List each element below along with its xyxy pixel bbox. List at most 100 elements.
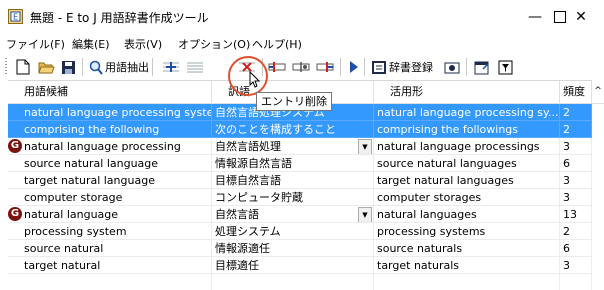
- new-file-button[interactable]: [16, 57, 30, 77]
- cell-frequency[interactable]: 3: [560, 172, 592, 189]
- cell-term-text: comprising the following: [24, 123, 160, 136]
- menu-help[interactable]: ヘルプ(H): [252, 36, 302, 52]
- cell-term[interactable]: target natural: [8, 257, 212, 274]
- table-row[interactable]: natural language processing G 自然言語処理 ▼ natur…: [8, 138, 604, 155]
- cell-translation[interactable]: 情報源適任: [212, 240, 374, 257]
- cell-term[interactable]: processing system: [8, 223, 212, 240]
- cell-frequency[interactable]: 2: [560, 121, 592, 138]
- cell-term[interactable]: computer storage: [8, 189, 212, 206]
- cell-frequency[interactable]: 2: [560, 223, 592, 240]
- save-button[interactable]: [61, 57, 76, 77]
- table-row[interactable]: processing system 処理システム processing system…: [8, 223, 604, 240]
- column-header-inflection[interactable]: 活用形: [374, 81, 560, 103]
- menu-view[interactable]: 表示(V): [124, 36, 162, 52]
- scroll-up-arrow[interactable]: ^: [592, 80, 604, 102]
- split-left-button[interactable]: [268, 57, 286, 77]
- cell-inflection[interactable]: natural language processings: [374, 138, 560, 155]
- cell-inflection[interactable]: natural languages: [374, 206, 560, 223]
- cell-term-text: processing system: [24, 225, 127, 238]
- cell-translation[interactable]: コンピュータ貯蔵: [212, 189, 374, 206]
- menu-options[interactable]: オプション(O): [178, 36, 250, 52]
- split-right-button[interactable]: [316, 57, 334, 77]
- table-row[interactable]: target natural 目標適任 target naturals 3: [8, 257, 604, 274]
- cell-frequency[interactable]: 3: [560, 257, 592, 274]
- cell-translation[interactable]: 処理システム: [212, 223, 374, 240]
- filter-button[interactable]: [498, 57, 513, 77]
- menu-file[interactable]: ファイル(F): [6, 36, 65, 52]
- extract-terms-button[interactable]: 用語抽出: [89, 57, 149, 77]
- cell-term[interactable]: comprising the following: [8, 121, 212, 138]
- menu-bar: ファイル(F) 編集(E) 表示(V) オプション(O) ヘルプ(H): [0, 33, 604, 54]
- cell-term[interactable]: natural language G: [8, 206, 212, 223]
- properties-button[interactable]: [474, 57, 490, 77]
- menu-edit[interactable]: 編集(E): [72, 36, 110, 52]
- cell-frequency[interactable]: [560, 274, 592, 290]
- cell-translation[interactable]: 目標適任: [212, 257, 374, 274]
- play-button[interactable]: [349, 57, 359, 77]
- table-row[interactable]: comprising the following 次のことを構成すること compr…: [8, 121, 604, 138]
- cell-inflection[interactable]: target naturals: [374, 257, 560, 274]
- table-row[interactable]: computer storage コンピュータ貯蔵 computer storage…: [8, 189, 604, 206]
- table-row[interactable]: source natural language 情報源自然言語 source nat…: [8, 155, 604, 172]
- cell-translation[interactable]: 目標自然言語: [212, 172, 374, 189]
- cell-inflection[interactable]: comprising the followings: [374, 121, 560, 138]
- cell-term-text: computer storage: [24, 191, 123, 204]
- column-header-frequency[interactable]: 頻度: [560, 81, 592, 103]
- save-icon: [62, 60, 75, 74]
- dropdown-arrow-icon[interactable]: ▼: [358, 207, 372, 222]
- svg-text:E: E: [13, 13, 18, 22]
- table-row[interactable]: target natural language 目標自然言語 target natu…: [8, 172, 604, 189]
- add-entry-button[interactable]: [162, 57, 180, 77]
- toolbar-grip[interactable]: [5, 58, 7, 76]
- cell-frequency[interactable]: 6: [560, 240, 592, 257]
- dropdown-arrow-icon[interactable]: ▼: [358, 139, 372, 154]
- cell-frequency[interactable]: 3: [560, 189, 592, 206]
- cell-translation[interactable]: 自然言語 ▼: [212, 206, 374, 223]
- dictionary-settings-button[interactable]: [444, 57, 460, 77]
- cell-inflection[interactable]: target natural languages: [374, 172, 560, 189]
- cell-frequency[interactable]: 2: [560, 104, 592, 121]
- table-row[interactable]: source natural 情報源適任 source naturals 6: [8, 240, 604, 257]
- cell-translation-text: コンピュータ貯蔵: [215, 191, 303, 204]
- cell-inflection-text: source natural languages: [377, 157, 517, 170]
- cell-term[interactable]: [8, 274, 212, 290]
- toolbar-separator: [466, 58, 467, 76]
- cell-translation[interactable]: 自然言語処理 ▼: [212, 138, 374, 155]
- table-row[interactable]: [8, 274, 604, 290]
- table-row[interactable]: natural language G 自然言語 ▼ natural languages 1…: [8, 206, 604, 223]
- cell-inflection[interactable]: source naturals: [374, 240, 560, 257]
- toolbar-separator: [262, 58, 263, 76]
- toolbar-separator: [340, 58, 341, 76]
- cell-inflection-text: natural language processings: [377, 140, 540, 153]
- cell-term[interactable]: target natural language: [8, 172, 212, 189]
- column-header-term[interactable]: 用語候補: [8, 81, 212, 103]
- open-file-button[interactable]: [38, 57, 55, 77]
- register-dictionary-label: 辞書登録: [389, 61, 433, 74]
- cell-inflection[interactable]: computer storages: [374, 189, 560, 206]
- cell-inflection[interactable]: source natural languages: [374, 155, 560, 172]
- close-button[interactable]: ✕: [558, 0, 604, 33]
- split-icon: [292, 62, 310, 72]
- cell-frequency[interactable]: 13: [560, 206, 592, 223]
- cell-inflection-text: natural language processing sy...: [377, 106, 559, 119]
- cell-translation[interactable]: 情報源自然言語: [212, 155, 374, 172]
- cell-inflection-text: target natural languages: [377, 174, 514, 187]
- flag-icon: G: [8, 207, 22, 221]
- insert-entry-button[interactable]: [186, 57, 204, 77]
- cell-term[interactable]: source natural: [8, 240, 212, 257]
- cell-frequency[interactable]: 3: [560, 138, 592, 155]
- cell-translation[interactable]: 次のことを構成すること: [212, 121, 374, 138]
- cell-inflection-text: target naturals: [377, 259, 459, 272]
- cell-inflection[interactable]: processing systems: [374, 223, 560, 240]
- cell-term[interactable]: source natural language: [8, 155, 212, 172]
- cell-inflection[interactable]: [374, 274, 560, 290]
- cell-term[interactable]: natural language processing G: [8, 138, 212, 155]
- cell-frequency[interactable]: 6: [560, 155, 592, 172]
- cell-term[interactable]: natural language processing system: [8, 104, 212, 121]
- cell-translation-text: 情報源自然言語: [215, 157, 292, 170]
- cell-inflection[interactable]: natural language processing sy...: [374, 104, 560, 121]
- cell-translation[interactable]: [212, 274, 374, 290]
- cell-frequency-text: 3: [563, 140, 570, 153]
- register-dictionary-button[interactable]: 辞書登録: [371, 57, 433, 77]
- split-middle-button[interactable]: [292, 57, 310, 77]
